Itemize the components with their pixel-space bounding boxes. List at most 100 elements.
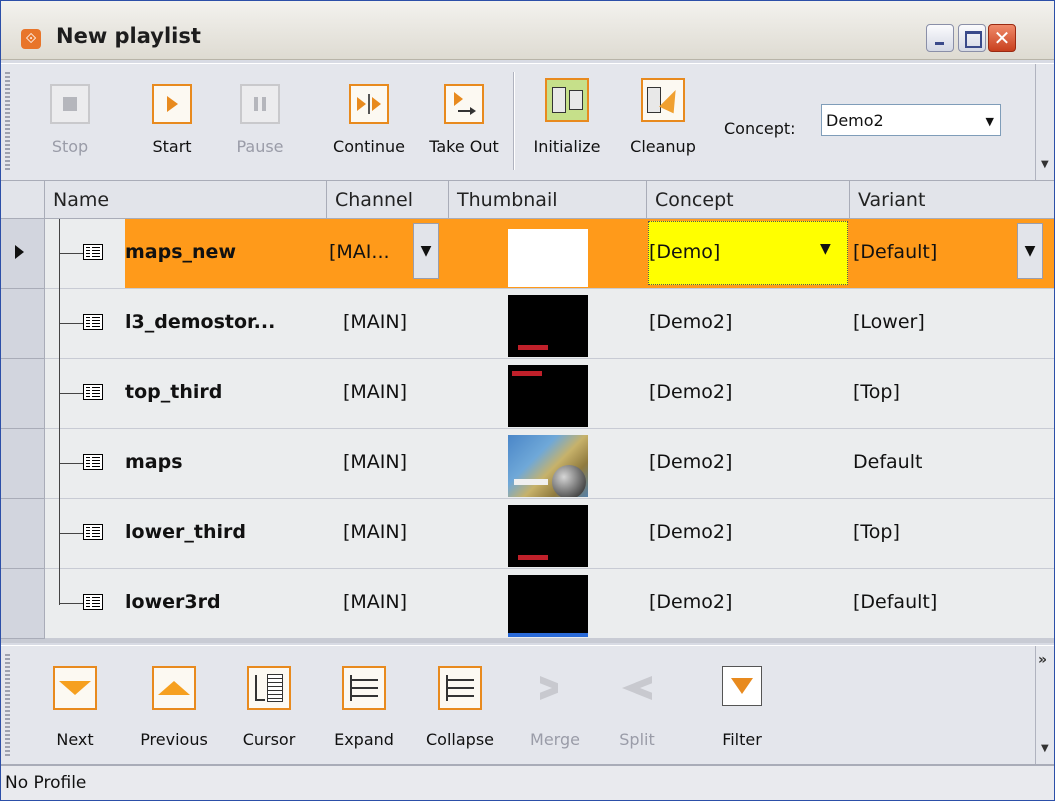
concept-dropdown[interactable]: Demo2 ▼ [821,104,1001,136]
table-row[interactable]: maps_new [MAI... ▼ [Demo] ▼ [Default] ▼ [45,219,1054,289]
concept-dropdown-arrow[interactable]: ▼ [820,241,831,257]
row-name: l3_demostor... [125,311,276,333]
row-concept: [Demo2] [649,381,733,403]
row-channel: [MAIN] [343,381,408,403]
double-chevron-right-icon: » [1038,652,1048,668]
thumbnail-lower-third [518,555,548,560]
split-label: Split [619,730,655,749]
table-row[interactable]: lower_third [MAIN] [Demo2] [Top] [45,499,1054,569]
cleanup-button[interactable]: Cleanup [617,78,709,164]
row-selector[interactable] [1,499,45,569]
tree-connector [59,533,83,534]
row-thumbnail [508,435,588,497]
chevron-down-icon: ▼ [985,115,994,128]
chevron-down-icon: ▼ [420,243,432,259]
row-name: lower_third [125,521,246,543]
variant-dropdown-button[interactable]: ▼ [1017,223,1043,279]
split-button[interactable]: Split [605,666,669,752]
table-row[interactable]: maps [MAIN] [Demo2] Default [45,429,1054,499]
pause-icon [240,84,280,124]
row-thumbnail [508,505,588,567]
row-name: lower3rd [125,591,221,613]
continue-button[interactable]: Continue [323,84,415,164]
row-selector[interactable] [1,569,45,639]
toolbar-overflow[interactable]: » ▼ [1035,646,1054,764]
row-selector[interactable] [1,289,45,359]
row-channel: [MAI... [329,241,390,263]
navigation-toolbar: Next Previous Cursor Expand Collapse Mer… [1,645,1054,765]
row-channel: [MAIN] [343,451,408,473]
tree-connector [59,393,83,394]
row-selector[interactable] [1,429,45,499]
previous-label: Previous [140,730,208,749]
next-label: Next [56,730,94,749]
toolbar-grip[interactable] [5,72,10,172]
column-header-name[interactable]: Name [45,181,327,219]
row-name: maps [125,451,183,473]
filter-label: Filter [722,730,762,749]
collapse-icon [438,666,482,710]
thumbnail-top-third [512,371,542,376]
element-icon [83,524,103,540]
chevron-down-icon: ▼ [1041,743,1049,754]
table-row[interactable]: top_third [MAIN] [Demo2] [Top] [45,359,1054,429]
row-channel: [MAIN] [343,591,408,613]
stop-button[interactable]: Stop [41,84,99,164]
row-variant: [Lower] [853,311,925,333]
tree-connector [59,323,83,324]
row-variant: Default [853,451,923,473]
cursor-icon [247,666,291,710]
merge-button[interactable]: Merge [521,666,589,752]
row-concept: [Demo2] [649,591,733,613]
thumbnail-map-bar [514,479,548,485]
start-button[interactable]: Start [143,84,201,164]
next-button[interactable]: Next [41,666,109,752]
column-header-channel[interactable]: Channel [327,181,449,219]
toolbar-grip[interactable] [5,654,10,756]
current-row-icon [15,245,24,259]
column-header-variant[interactable]: Variant [850,181,1054,219]
window-title: New playlist [56,24,201,48]
close-button[interactable]: ✕ [988,24,1016,52]
row-selector[interactable] [1,219,45,289]
row-concept: [Demo2] [649,521,733,543]
row-variant: [Default] [853,591,938,613]
collapse-button[interactable]: Collapse [415,666,505,752]
channel-dropdown-button[interactable]: ▼ [413,223,439,279]
title-bar: ⟐ New playlist ✕ [1,1,1054,60]
row-thumbnail [508,295,588,357]
chevron-down-icon: ▼ [1024,243,1036,259]
row-concept: [Demo] [649,241,721,263]
element-icon [83,244,103,260]
expand-button[interactable]: Expand [323,666,405,752]
initialize-button[interactable]: Initialize [521,78,613,164]
table-row[interactable]: lower3rd [MAIN] [Demo2] [Default] [45,569,1054,639]
collapse-label: Collapse [426,730,494,749]
row-thumbnail [508,229,588,287]
row-concept: [Demo2] [649,451,733,473]
pause-label: Pause [236,137,284,156]
column-header-thumbnail[interactable]: Thumbnail [449,181,647,219]
minimize-button[interactable] [926,24,954,52]
filter-button[interactable]: Filter [709,666,775,752]
cleanup-label: Cleanup [630,137,696,156]
take-out-button[interactable]: Take Out [419,84,509,164]
arrow-down-icon [53,666,97,710]
maximize-button[interactable] [958,24,986,52]
toolbar-overflow[interactable]: ▼ [1035,64,1054,180]
column-header-concept[interactable]: Concept [647,181,850,219]
cleanup-icon [641,78,685,122]
arrow-up-icon [152,666,196,710]
take-out-icon [444,84,484,124]
toolbar-separator [513,72,515,170]
tree-connector [59,603,83,604]
split-icon [615,666,659,710]
initialize-icon [545,78,589,122]
tree-connector [59,463,83,464]
initialize-label: Initialize [533,137,601,156]
previous-button[interactable]: Previous [129,666,219,752]
row-selector[interactable] [1,359,45,429]
cursor-button[interactable]: Cursor [233,666,305,752]
pause-button[interactable]: Pause [231,84,289,164]
table-row[interactable]: l3_demostor... [MAIN] [Demo2] [Lower] [45,289,1054,359]
